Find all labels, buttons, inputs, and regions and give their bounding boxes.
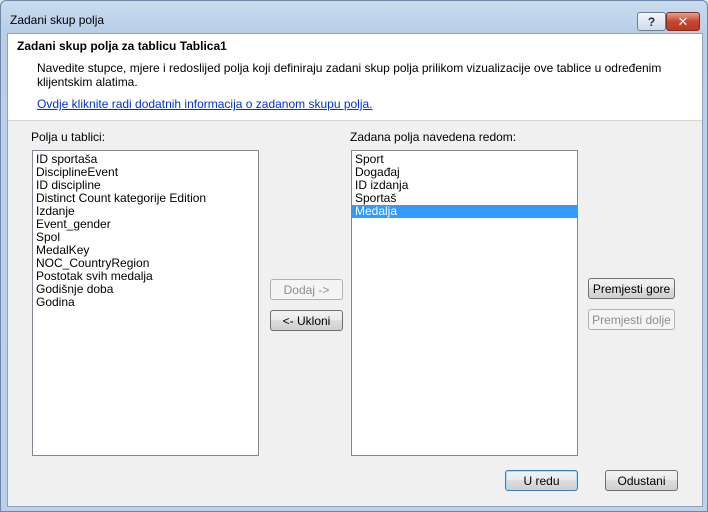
window-title: Zadani skup polja <box>10 13 105 27</box>
list-item[interactable]: Medalja <box>352 205 577 218</box>
close-icon: ✕ <box>677 13 689 29</box>
remove-button[interactable]: <- Ukloni <box>270 310 343 331</box>
help-link[interactable]: Ovdje kliknite radi dodatnih informacija… <box>37 97 373 111</box>
move-up-button[interactable]: Premjesti gore <box>588 278 675 299</box>
default-fields-label: Zadana polja navedena redom: <box>350 130 517 144</box>
help-icon: ? <box>647 14 656 29</box>
move-down-button[interactable]: Premjesti dolje <box>588 309 675 330</box>
dialog-body: Zadani skup polja za tablicu Tablica1 Na… <box>7 33 703 507</box>
default-fields-listbox[interactable]: Sport Događaj ID izdanja Sportaš Medalja <box>351 150 578 456</box>
close-button[interactable]: ✕ <box>666 12 700 31</box>
dialog-window: Zadani skup polja ? ✕ Zadani skup polja … <box>0 0 708 512</box>
header-description: Navedite stupce, mjere i redoslijed polj… <box>37 61 662 89</box>
list-item[interactable]: Event_gender <box>33 218 258 231</box>
header-panel: Zadani skup polja za tablicu Tablica1 Na… <box>8 34 702 121</box>
add-button[interactable]: Dodaj -> <box>270 279 343 300</box>
fields-in-table-label: Polja u tablici: <box>31 130 106 144</box>
help-button[interactable]: ? <box>637 12 666 31</box>
header-title: Zadani skup polja za tablicu Tablica1 <box>17 39 227 53</box>
ok-button[interactable]: U redu <box>505 470 578 491</box>
title-bar: Zadani skup polja ? ✕ <box>1 1 707 33</box>
list-item[interactable]: Godina <box>33 296 258 309</box>
fields-in-table-listbox[interactable]: ID sportaša DisciplineEvent ID discipline D… <box>32 150 259 456</box>
cancel-button[interactable]: Odustani <box>605 470 678 491</box>
